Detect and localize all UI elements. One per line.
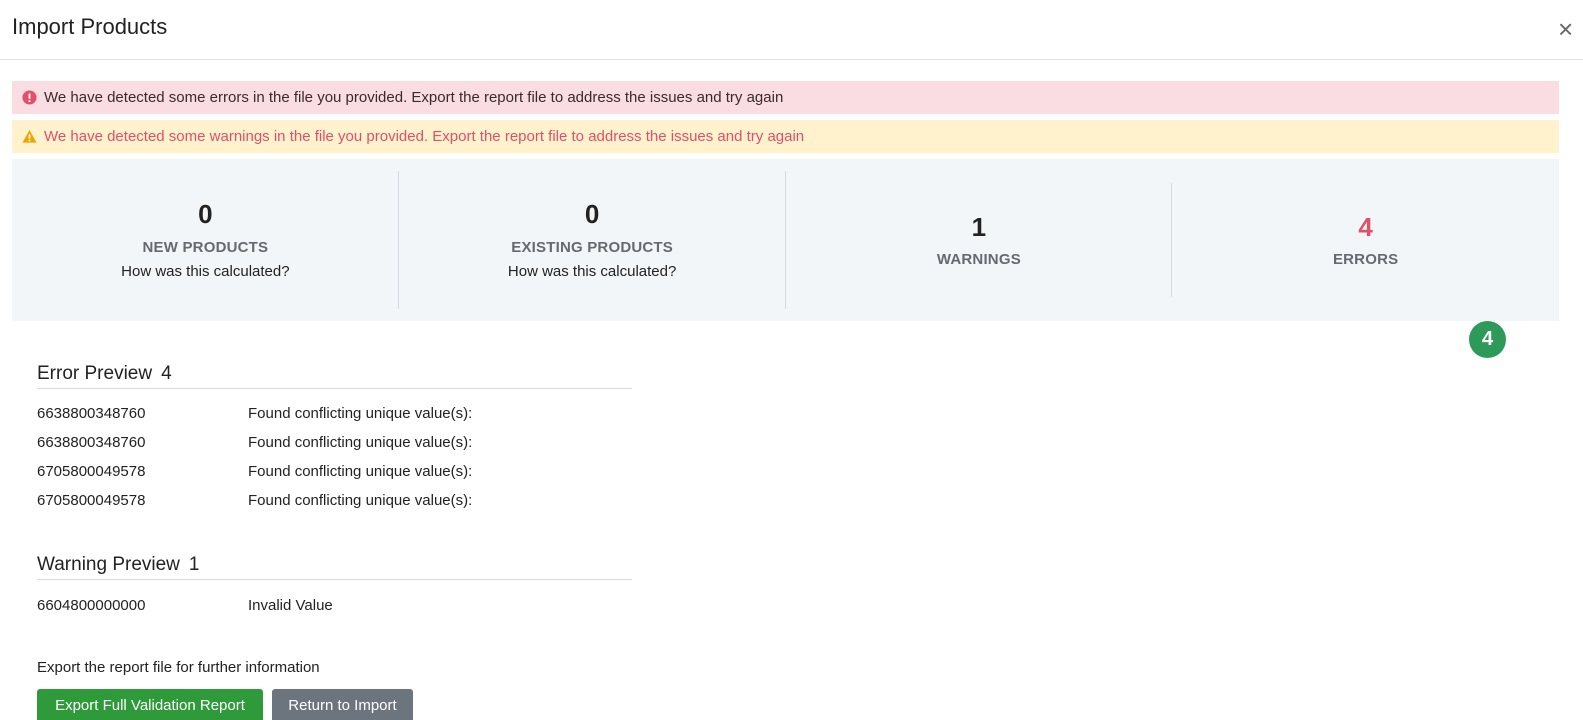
stat-errors: 4 ERRORS — [1172, 159, 1559, 321]
stat-warnings: 1 WARNINGS — [786, 159, 1173, 321]
error-alert-text: We have detected some errors in the file… — [44, 89, 784, 106]
error-preview-heading: Error Preview 4 — [37, 363, 632, 389]
close-icon[interactable]: × — [1558, 16, 1573, 42]
stat-value: 4 — [1358, 212, 1373, 242]
import-stats-panel: 0 NEW PRODUCTS How was this calculated? … — [12, 159, 1559, 321]
error-row: 6638800348760 Found conflicting unique v… — [37, 405, 632, 425]
import-products-modal: Import Products × We have detected some … — [0, 0, 1583, 720]
stat-value: 0 — [584, 199, 600, 229]
count-badge: 4 — [1469, 321, 1506, 358]
warning-preview-count: 1 — [188, 554, 200, 575]
error-code: 6638800348760 — [37, 405, 146, 422]
error-code: 6705800049578 — [37, 492, 146, 509]
modal-header: Import Products × — [0, 0, 1583, 60]
warning-alert-text: We have detected some warnings in the fi… — [44, 128, 805, 145]
error-row: 6705800049578 Found conflicting unique v… — [37, 463, 632, 483]
modal-title: Import Products — [12, 14, 168, 39]
warning-row: 6604800000000 Invalid Value — [37, 597, 632, 617]
warning-message: Invalid Value — [248, 597, 333, 614]
error-message: Found conflicting unique value(s): — [248, 463, 473, 480]
warning-triangle-icon — [22, 129, 37, 143]
stat-label: ERRORS — [1332, 251, 1399, 268]
error-message: Found conflicting unique value(s): — [248, 492, 473, 509]
error-circle-icon — [22, 90, 37, 105]
export-full-validation-report-button[interactable]: Export Full Validation Report — [37, 689, 263, 720]
error-preview-count: 4 — [161, 363, 172, 384]
error-preview-title: Error Preview — [37, 363, 153, 384]
how-calculated-link[interactable]: How was this calculated? — [12, 263, 399, 280]
error-row: 6638800348760 Found conflicting unique v… — [37, 434, 632, 454]
stat-existing-products: 0 EXISTING PRODUCTS How was this calcula… — [399, 159, 786, 321]
error-message: Found conflicting unique value(s): — [248, 405, 473, 422]
how-calculated-link[interactable]: How was this calculated? — [399, 263, 786, 280]
error-message: Found conflicting unique value(s): — [248, 434, 473, 451]
warning-code: 6604800000000 — [37, 597, 146, 614]
stat-value: 1 — [971, 212, 987, 242]
stat-value: 0 — [198, 199, 213, 229]
warning-alert: We have detected some warnings in the fi… — [12, 120, 1559, 153]
error-code: 6638800348760 — [37, 434, 146, 451]
error-code: 6705800049578 — [37, 463, 146, 480]
warning-preview-title: Warning Preview — [37, 554, 180, 575]
error-alert: We have detected some errors in the file… — [12, 81, 1559, 114]
error-row: 6705800049578 Found conflicting unique v… — [37, 492, 632, 512]
return-to-import-button[interactable]: Return to Import — [272, 689, 413, 720]
stat-label: NEW PRODUCTS — [142, 239, 269, 256]
stat-new-products: 0 NEW PRODUCTS How was this calculated? — [12, 159, 399, 321]
export-note: Export the report file for further infor… — [37, 659, 320, 676]
warning-preview-heading: Warning Preview 1 — [37, 554, 632, 580]
stat-label: EXISTING PRODUCTS — [511, 239, 673, 256]
stat-label: WARNINGS — [936, 251, 1021, 268]
